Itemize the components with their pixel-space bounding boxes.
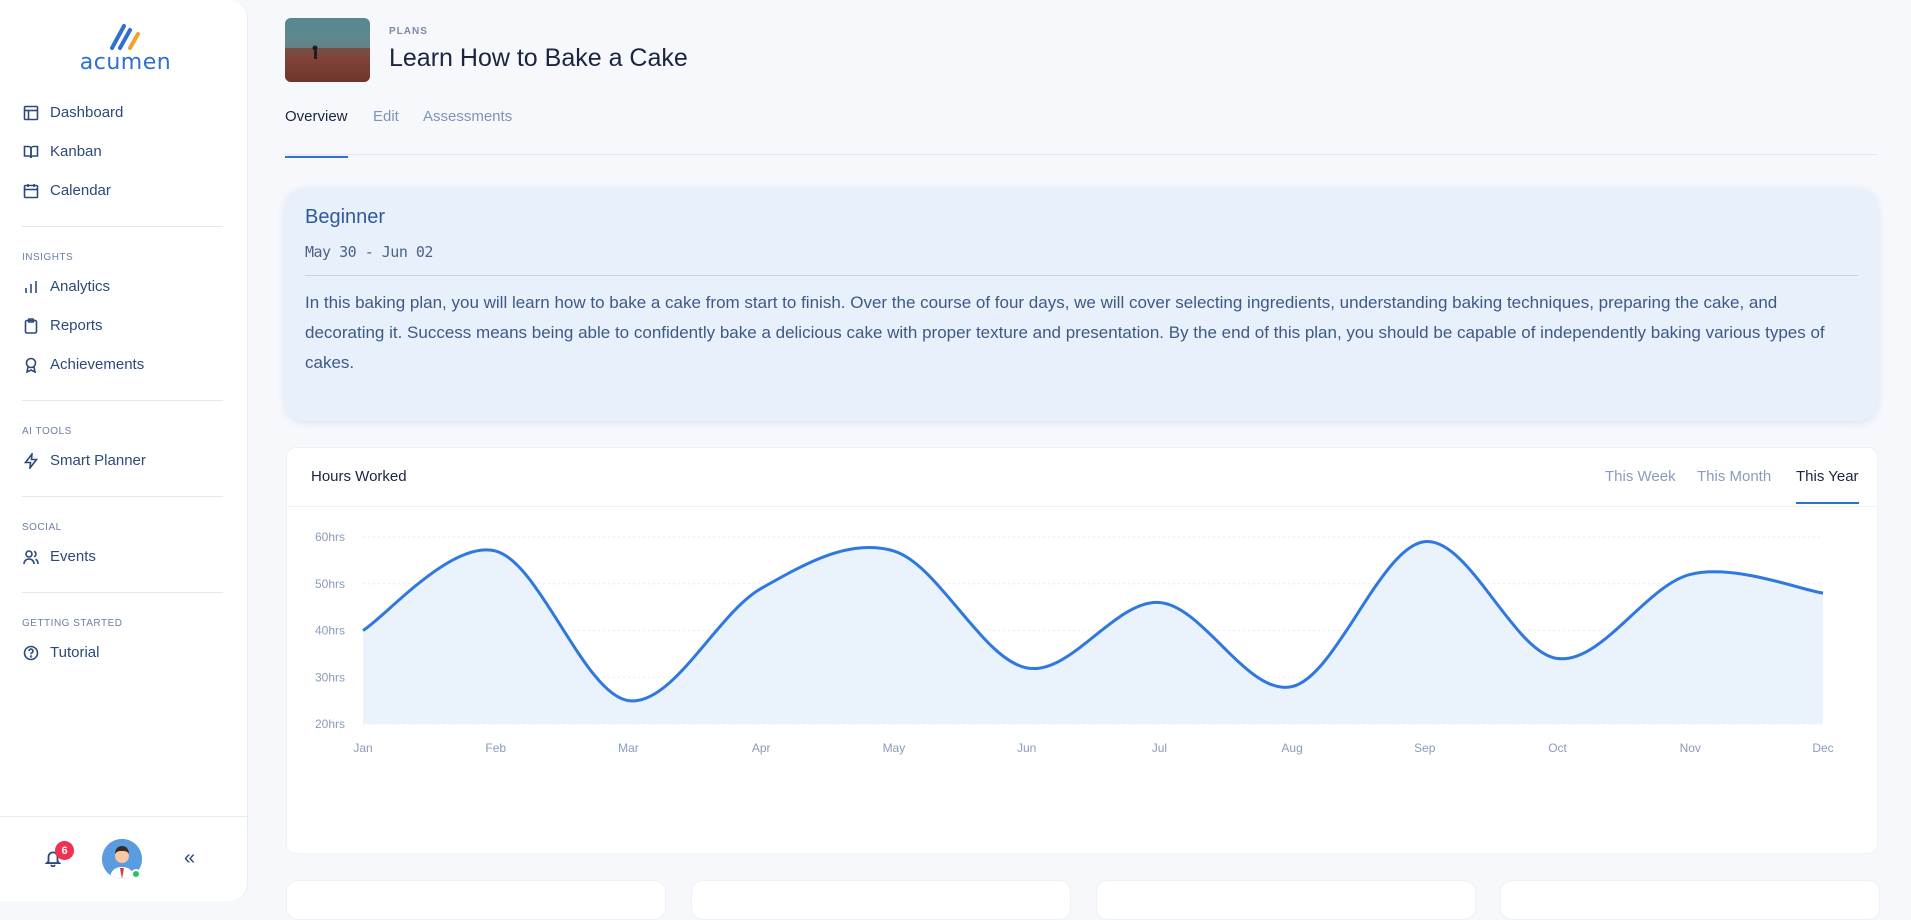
y-tick-label: 50hrs xyxy=(315,577,345,591)
x-tick-label: Nov xyxy=(1680,741,1701,755)
plan-thumbnail xyxy=(285,18,370,82)
award-icon xyxy=(22,356,40,374)
plan-description: In this baking plan, you will learn how … xyxy=(305,288,1858,378)
range-tab-this-week[interactable]: This Week xyxy=(1605,468,1676,485)
sidebar-item-label: Dashboard xyxy=(50,104,123,121)
x-tick-label: Sep xyxy=(1414,741,1436,755)
plan-dates: May 30 - Jun 02 xyxy=(305,243,1858,276)
range-tab-this-month[interactable]: This Month xyxy=(1697,468,1771,485)
notification-badge: 6 xyxy=(55,841,74,860)
sidebar-item-label: Smart Planner xyxy=(50,452,146,469)
x-tick-label: Aug xyxy=(1281,741,1302,755)
divider xyxy=(22,226,223,227)
sidebar-item-reports[interactable]: Reports xyxy=(22,306,223,345)
y-tick-label: 60hrs xyxy=(315,530,345,544)
stat-card xyxy=(1500,880,1880,920)
y-tick-label: 30hrs xyxy=(315,670,345,684)
sidebar-item-label: Kanban xyxy=(50,143,102,160)
sidebar-item-achievements[interactable]: Achievements xyxy=(22,345,223,384)
tab-overview[interactable]: Overview xyxy=(285,108,348,158)
lightning-icon xyxy=(22,452,40,470)
logo-mark-icon xyxy=(106,22,146,52)
x-tick-label: Jun xyxy=(1017,741,1036,755)
section-label-getting-started: GETTING STARTED xyxy=(22,613,223,633)
divider xyxy=(22,496,223,497)
x-tick-label: Oct xyxy=(1548,741,1567,755)
sidebar-item-label: Calendar xyxy=(50,182,111,199)
sidebar-item-tutorial[interactable]: Tutorial xyxy=(22,633,223,672)
section-label-insights: INSIGHTS xyxy=(22,247,223,267)
users-icon xyxy=(22,548,40,566)
x-tick-label: Jul xyxy=(1152,741,1167,755)
x-tick-label: Apr xyxy=(752,741,771,755)
y-tick-label: 20hrs xyxy=(315,717,345,731)
plan-image xyxy=(285,18,370,82)
sidebar-item-label: Analytics xyxy=(50,278,110,295)
page-title: Learn How to Bake a Cake xyxy=(389,44,688,73)
help-circle-icon xyxy=(22,644,40,662)
x-tick-label: Dec xyxy=(1812,741,1833,755)
series-area xyxy=(363,542,1823,724)
tab-assessments[interactable]: Assessments xyxy=(423,108,512,157)
stat-card xyxy=(1096,880,1476,920)
sidebar-item-analytics[interactable]: Analytics xyxy=(22,267,223,306)
online-status-dot xyxy=(131,869,141,879)
sidebar-footer: 6 « xyxy=(0,816,247,901)
sidebar-item-label: Tutorial xyxy=(50,644,99,661)
hours-worked-card: Hours Worked This Week This Month This Y… xyxy=(286,447,1878,854)
stat-card xyxy=(286,880,666,920)
tab-edit[interactable]: Edit xyxy=(373,108,399,157)
divider xyxy=(22,592,223,593)
logo-text: acumen xyxy=(78,50,173,75)
dashboard-icon xyxy=(22,104,40,122)
x-tick-label: Feb xyxy=(485,741,506,755)
section-label-social: SOCIAL xyxy=(22,517,223,537)
plan-level: Beginner xyxy=(305,206,1858,229)
clipboard-icon xyxy=(22,317,40,335)
chart-header: Hours Worked This Week This Month This Y… xyxy=(287,448,1877,507)
sidebar-item-label: Reports xyxy=(50,317,103,334)
sidebar-item-label: Events xyxy=(50,548,96,565)
x-tick-label: Mar xyxy=(618,741,639,755)
sidebar-item-dashboard[interactable]: Dashboard xyxy=(22,93,223,132)
sidebar-item-calendar[interactable]: Calendar xyxy=(22,171,223,210)
divider xyxy=(22,400,223,401)
sidebar-item-smart-planner[interactable]: Smart Planner xyxy=(22,441,223,480)
section-label-ai-tools: AI TOOLS xyxy=(22,421,223,441)
y-tick-label: 40hrs xyxy=(315,624,345,638)
stat-card xyxy=(691,880,1071,920)
plan-tabs: Overview Edit Assessments xyxy=(285,100,1878,155)
range-tab-this-year[interactable]: This Year xyxy=(1796,468,1859,504)
breadcrumb[interactable]: PLANS xyxy=(389,26,428,37)
x-tick-label: Jan xyxy=(353,741,372,755)
primary-nav: Dashboard Kanban Calendar INSIGHTS Analy… xyxy=(22,93,223,672)
sidebar-item-events[interactable]: Events xyxy=(22,537,223,576)
chart-title: Hours Worked xyxy=(311,468,407,485)
hours-worked-chart: 60hrs 50hrs 40hrs 30hrs 20hrs Jan Feb Mar Apr May… xyxy=(287,507,1877,853)
plan-summary-card: Beginner May 30 - Jun 02 In this baking … xyxy=(285,188,1878,421)
calendar-icon xyxy=(22,182,40,200)
sidebar-item-kanban[interactable]: Kanban xyxy=(22,132,223,171)
sidebar-item-label: Achievements xyxy=(50,356,144,373)
x-tick-label: May xyxy=(883,741,906,755)
bar-chart-icon xyxy=(22,278,40,296)
logo[interactable]: acumen xyxy=(78,22,173,78)
collapse-sidebar-button[interactable]: « xyxy=(184,847,195,870)
sidebar: acumen Dashboard Kanban Calendar INSIGHT… xyxy=(0,0,248,901)
book-icon xyxy=(22,143,40,161)
